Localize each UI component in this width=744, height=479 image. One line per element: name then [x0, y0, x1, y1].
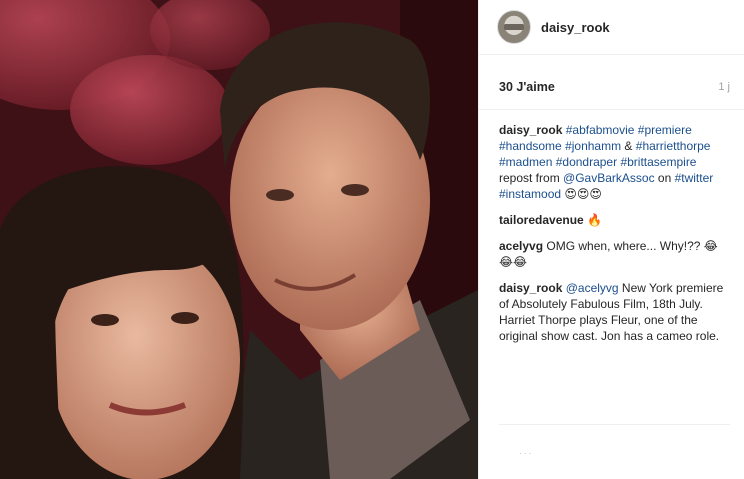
reply-item: daisy_rook @acelyvg New York premiere of…	[499, 280, 730, 344]
caption-fragment: 😍😍😍	[561, 187, 602, 201]
post-photo[interactable]	[0, 0, 478, 479]
photo-illustration	[0, 0, 478, 479]
hashtag-link[interactable]: #instamood	[499, 187, 561, 201]
post-header: daisy_rook	[479, 0, 744, 55]
caption-fragment: repost from	[499, 171, 564, 185]
caption-fragment: &	[621, 139, 636, 153]
comment-username[interactable]: acelyvg	[499, 239, 543, 253]
comments-list: daisy_rook #abfabmovie #premiere #handso…	[479, 110, 744, 344]
reply-mention-link[interactable]: @acelyvg	[566, 281, 619, 295]
comment-item: tailoredavenue 🔥	[499, 212, 730, 228]
hashtag-link[interactable]: #twitter	[675, 171, 714, 185]
comment-text: 🔥	[587, 213, 602, 227]
likes-count[interactable]: 30 J'aime	[499, 80, 555, 94]
comment-item: acelyvg OMG when, where... Why!?? 😂😂😂	[499, 238, 730, 270]
hashtag-link[interactable]: #premiere	[638, 123, 692, 137]
hashtag-link[interactable]: #handsome	[499, 139, 562, 153]
avatar[interactable]	[497, 10, 531, 44]
hashtag-link[interactable]: @GavBarkAssoc	[563, 171, 655, 185]
hashtag-link[interactable]: #madmen	[499, 155, 552, 169]
hashtag-link[interactable]: #dondraper	[556, 155, 617, 169]
caption-username[interactable]: daisy_rook	[499, 123, 562, 137]
caption: daisy_rook #abfabmovie #premiere #handso…	[499, 122, 730, 202]
comment-divider	[499, 424, 730, 425]
post-time: 1 j	[718, 81, 730, 93]
hashtag-link[interactable]: #brittasempire	[620, 155, 696, 169]
caption-fragment: on	[654, 171, 675, 185]
hashtag-link[interactable]: #abfabmovie	[566, 123, 635, 137]
post-sidebar: daisy_rook 30 J'aime 1 j daisy_rook #abf…	[478, 0, 744, 479]
hashtag-link[interactable]: #jonhamm	[565, 139, 621, 153]
comment-username[interactable]: tailoredavenue	[499, 213, 584, 227]
likes-row: 30 J'aime 1 j	[479, 65, 744, 110]
post-username[interactable]: daisy_rook	[541, 20, 610, 35]
add-comment-input[interactable]: ...	[519, 446, 533, 457]
hashtag-link[interactable]: #harrietthorpe	[636, 139, 711, 153]
reply-username[interactable]: daisy_rook	[499, 281, 562, 295]
